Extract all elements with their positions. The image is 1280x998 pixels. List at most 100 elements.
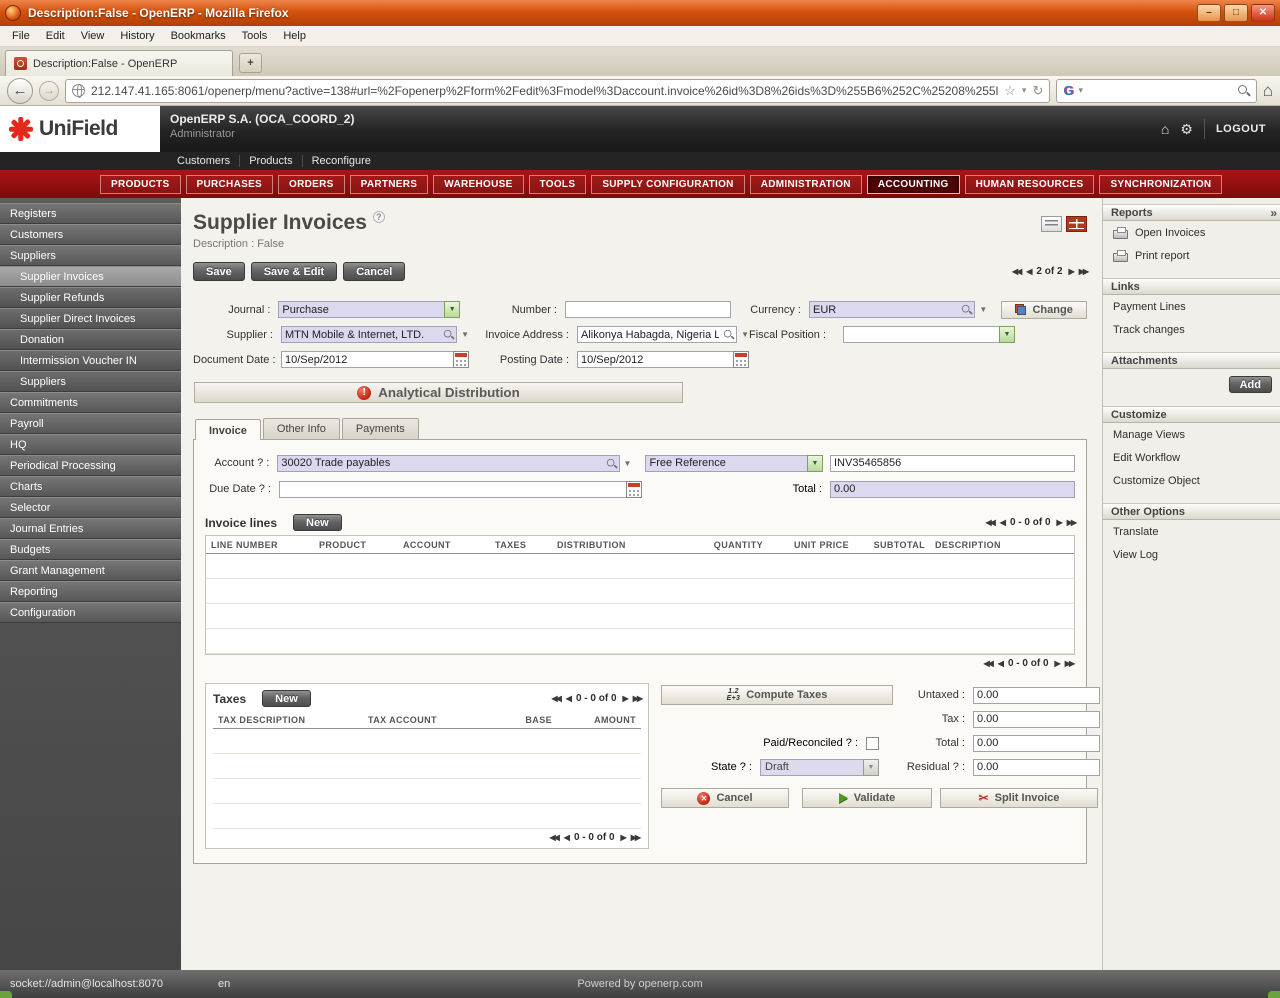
col-tax-description[interactable]: TAX DESCRIPTION [213,711,363,729]
link-track-changes[interactable]: Track changes [1103,318,1280,341]
nav-products[interactable]: PRODUCTS [100,174,181,194]
nav-partners[interactable]: PARTNERS [349,174,429,194]
nav-purchases[interactable]: PURCHASES [185,174,274,194]
search-engine-dropdown-icon[interactable]: ▾ [1078,85,1083,96]
nav-accounting[interactable]: ACCOUNTING [866,174,960,194]
sidebar-item-customers[interactable]: Customers [0,224,181,245]
collapse-panel-icon[interactable]: » [1270,206,1277,220]
sidebar-item-commitments[interactable]: Commitments [0,392,181,413]
sidebar-item-intermission-voucher-in[interactable]: Intermission Voucher IN [0,350,181,371]
sidebar-item-supplier-refunds[interactable]: Supplier Refunds [0,287,181,308]
total-input[interactable] [830,480,1075,498]
tab-payments[interactable]: Payments [341,418,419,439]
menu-history[interactable]: History [112,28,162,44]
browser-home-icon[interactable]: ⌂ [1263,81,1273,101]
account-open-icon[interactable]: ▼ [624,459,632,468]
nav-supply-configuration[interactable]: SUPPLY CONFIGURATION [591,174,745,194]
journal-input[interactable] [278,301,446,318]
customize-edit-workflow[interactable]: Edit Workflow [1103,446,1280,469]
sidebar-item-journal-entries[interactable]: Journal Entries [0,518,181,539]
add-attachment-button[interactable]: Add [1228,376,1272,393]
currency-open-icon[interactable]: ▼ [979,305,987,314]
forward-button[interactable]: → [39,80,59,101]
untaxed-input[interactable] [973,686,1100,704]
due-date-calendar-icon[interactable] [626,480,642,498]
last-page-icon[interactable]: ▶▶ [631,833,641,842]
prev-page-icon[interactable]: ◀ [566,694,572,703]
sidebar-item-suppliers-sub[interactable]: Suppliers [0,371,181,392]
col-tax-account[interactable]: TAX ACCOUNT [363,711,497,729]
shortcut-customers[interactable]: Customers [168,155,241,167]
first-page-icon[interactable]: ◀◀ [549,833,559,842]
bookmark-star-icon[interactable]: ☆ [1004,83,1016,99]
col-quantity[interactable]: QUANTITY [692,536,768,554]
prev-page-icon[interactable]: ◀ [1000,518,1006,527]
sidebar-item-donation[interactable]: Donation [0,329,181,350]
sidebar-item-registers[interactable]: Registers [0,203,181,224]
menu-view[interactable]: View [73,28,113,44]
search-bar[interactable]: G ▾ [1056,78,1257,103]
link-payment-lines[interactable]: Payment Lines [1103,295,1280,318]
last-page-icon[interactable]: ▶▶ [633,694,643,703]
number-input[interactable] [564,301,732,318]
menu-bookmarks[interactable]: Bookmarks [163,28,234,44]
col-taxes[interactable]: TAXES [490,536,552,554]
sidebar-item-payroll[interactable]: Payroll [0,413,181,434]
customize-customize-object[interactable]: Customize Object [1103,469,1280,492]
logout-button[interactable]: LOGOUT [1216,123,1266,135]
currency-input[interactable] [809,301,976,318]
supplier-search-icon[interactable] [443,329,454,340]
gear-icon[interactable]: ⚙ [1180,121,1193,138]
sidebar-item-supplier-invoices[interactable]: Supplier Invoices [0,266,181,287]
sidebar-item-hq[interactable]: HQ [0,434,181,455]
nav-orders[interactable]: ORDERS [278,174,345,194]
menu-tools[interactable]: Tools [234,28,276,44]
first-record-icon[interactable]: ◀◀ [1012,267,1022,276]
fiscal-position-input[interactable] [843,326,1000,343]
next-record-icon[interactable]: ▶ [1069,267,1075,276]
sidebar-item-supplier-direct-invoices[interactable]: Supplier Direct Invoices [0,308,181,329]
nav-synchronization[interactable]: SYNCHRONIZATION [1099,174,1223,194]
fiscal-position-dropdown-icon[interactable]: ▼ [999,326,1015,343]
sidebar-item-budgets[interactable]: Budgets [0,539,181,560]
other-view-log[interactable]: View Log [1103,543,1280,566]
col-amount[interactable]: AMOUNT [557,711,641,729]
split-invoice-button[interactable]: ✂ Split Invoice [940,788,1098,808]
col-unit-price[interactable]: UNIT PRICE [768,536,854,554]
analytical-distribution-button[interactable]: ! Analytical Distribution [194,382,683,403]
other-translate[interactable]: Translate [1103,520,1280,543]
shortcut-reconfigure[interactable]: Reconfigure [303,155,380,167]
reference-type-dropdown-icon[interactable]: ▼ [807,454,823,472]
tab-other-info[interactable]: Other Info [262,418,340,439]
next-page-icon[interactable]: ▶ [623,694,629,703]
sidebar-item-reporting[interactable]: Reporting [0,581,181,602]
menu-edit[interactable]: Edit [38,28,73,44]
col-subtotal[interactable]: SUBTOTAL [854,536,930,554]
totals-total-input[interactable] [973,734,1100,752]
search-icon[interactable] [1237,84,1250,97]
sidebar-item-charts[interactable]: Charts [0,476,181,497]
first-page-icon[interactable]: ◀◀ [551,694,561,703]
prev-record-icon[interactable]: ◀ [1026,267,1032,276]
validate-button[interactable]: Validate [802,788,932,808]
journal-dropdown-icon[interactable]: ▼ [444,301,461,318]
posting-date-input[interactable] [577,351,734,368]
supplier-input[interactable] [281,326,458,343]
workflow-cancel-button[interactable]: ✕ Cancel [661,788,789,808]
account-input[interactable] [277,454,620,472]
url-dropdown-icon[interactable]: ▾ [1022,85,1027,96]
col-distribution[interactable]: DISTRIBUTION [552,536,692,554]
nav-tools[interactable]: TOOLS [528,174,587,194]
currency-search-icon[interactable] [961,304,972,315]
state-value[interactable]: Draft [760,758,864,776]
save-edit-button[interactable]: Save & Edit [250,262,338,281]
tab-invoice[interactable]: Invoice [195,419,261,440]
col-base[interactable]: BASE [497,711,557,729]
nav-human-resources[interactable]: HUMAN RESOURCES [964,174,1095,194]
new-tab-button[interactable]: + [239,53,262,73]
first-page-icon[interactable]: ◀◀ [983,659,993,668]
next-page-icon[interactable]: ▶ [1055,659,1061,668]
tax-input[interactable] [973,710,1100,728]
invoice-lines-new-button[interactable]: New [293,514,342,531]
prev-page-icon[interactable]: ◀ [998,659,1004,668]
